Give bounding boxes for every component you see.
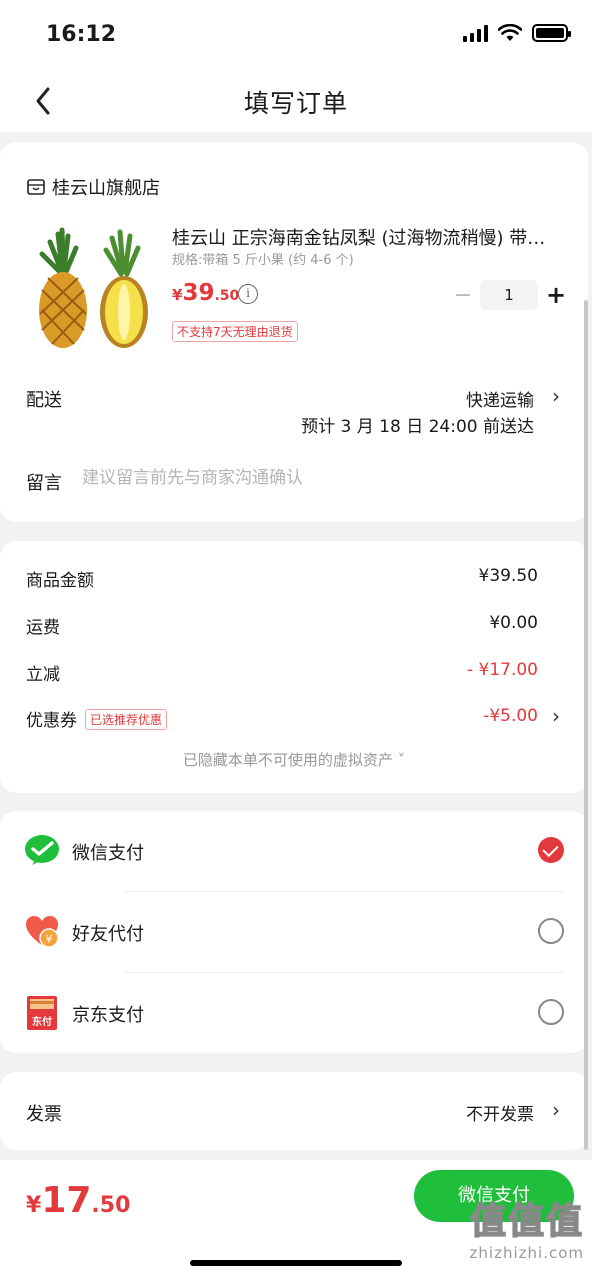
- quantity-value[interactable]: 1: [480, 280, 538, 310]
- watermark-url: zhizhizhi.com: [469, 1244, 584, 1262]
- amount-card: 商品金额 ¥39.50 运费 ¥0.00 立减 - ¥17.00 优惠券 已选推荐…: [0, 541, 588, 793]
- payment-option-wechat[interactable]: 微信支付: [0, 811, 588, 891]
- payment-option-jd[interactable]: 东付 京东支付: [0, 973, 588, 1053]
- quantity-stepper: − 1 +: [452, 280, 568, 310]
- wechat-pay-icon: [25, 835, 59, 865]
- scrollbar[interactable]: [584, 300, 588, 1150]
- delivery-method[interactable]: 快递运输: [466, 386, 534, 411]
- payment-label-wechat: 微信支付: [72, 843, 144, 864]
- price-symbol: ¥: [172, 286, 183, 304]
- home-indicator[interactable]: [190, 1260, 402, 1266]
- product-price: ¥39.50: [172, 280, 239, 306]
- product-image[interactable]: [28, 224, 158, 354]
- page-title: 填写订单: [243, 89, 348, 118]
- invoice-chevron-icon[interactable]: ›: [552, 1098, 560, 1122]
- total-decimal: .50: [91, 1193, 131, 1218]
- battery-icon: [532, 24, 571, 42]
- invoice-label: 发票: [26, 1104, 62, 1125]
- coupon-label-group: 优惠券 已选推荐优惠: [26, 706, 168, 731]
- payment-label-jd: 京东支付: [72, 1005, 144, 1026]
- watermark-logo: 值值值: [469, 1200, 584, 1243]
- price-decimal: .50: [214, 288, 240, 304]
- shipping-label: 运费: [26, 618, 60, 638]
- goods-amount-label: 商品金额: [26, 571, 94, 591]
- friend-pay-icon-text: ¥: [46, 933, 53, 946]
- delivery-eta: 预计 3 月 18 日 24:00 前送达: [301, 417, 534, 437]
- price-integer: 39: [182, 280, 215, 306]
- delivery-chevron-icon[interactable]: ›: [552, 384, 560, 408]
- watermark: 值值值 zhizhizhi.com: [469, 1192, 584, 1262]
- order-item-card: 桂云山旗舰店 桂云山 正宗海南金钻凤梨 (过海物流稍慢) 带… 规格:带箱 5 …: [0, 142, 588, 522]
- jd-pay-icon-text: 东付: [32, 1015, 52, 1028]
- coupon-value[interactable]: -¥5.00: [483, 706, 538, 726]
- shop-icon: [27, 179, 45, 195]
- signal-icon: [463, 24, 488, 42]
- total-price: ¥17.50: [26, 1180, 130, 1221]
- coupon-row[interactable]: 优惠券 已选推荐优惠 -¥5.00: [26, 706, 538, 732]
- total-symbol: ¥: [26, 1193, 42, 1218]
- decrease-button[interactable]: −: [452, 283, 474, 308]
- status-time: 16:12: [46, 22, 117, 47]
- product-title[interactable]: 桂云山 正宗海南金钻凤梨 (过海物流稍慢) 带…: [172, 224, 564, 250]
- coupon-badge: 已选推荐优惠: [85, 709, 168, 730]
- return-policy-badge: 不支持7天无理由退货: [172, 321, 298, 342]
- discount-value: - ¥17.00: [466, 660, 538, 680]
- jd-pay-icon: 东付: [27, 996, 57, 1030]
- nav-bar: 填写订单: [0, 70, 592, 132]
- payment-label-friend: 好友代付: [72, 924, 144, 945]
- discount-label: 立减: [26, 665, 60, 685]
- invoice-value[interactable]: 不开发票: [466, 1100, 534, 1125]
- shop-row[interactable]: 桂云山旗舰店: [26, 174, 160, 200]
- hidden-assets-toggle[interactable]: 已隐藏本单不可使用的虚拟资产 ˅: [0, 749, 588, 770]
- payment-radio-jd[interactable]: [538, 999, 564, 1025]
- goods-amount-value: ¥39.50: [478, 566, 538, 586]
- increase-button[interactable]: +: [544, 281, 568, 309]
- coupon-chevron-icon[interactable]: ›: [552, 704, 560, 728]
- status-bar: 16:12: [0, 0, 592, 70]
- payment-radio-friend[interactable]: [538, 918, 564, 944]
- status-icons: [463, 24, 571, 42]
- invoice-card[interactable]: 发票 不开发票 ›: [0, 1072, 588, 1150]
- message-label: 留言: [26, 473, 62, 494]
- total-integer: 17: [41, 1180, 92, 1221]
- shipping-value: ¥0.00: [489, 613, 538, 633]
- goods-amount-row: 商品金额 ¥39.50: [26, 566, 538, 592]
- info-icon[interactable]: i: [238, 284, 258, 304]
- product-spec: 规格:带箱 5 斤小果 (约 4-6 个): [172, 253, 354, 268]
- friend-pay-icon: ¥: [26, 916, 59, 948]
- checkout-bar: ¥17.50 微信支付 值值值 zhizhizhi.com: [0, 1160, 592, 1280]
- delivery-label: 配送: [26, 390, 62, 411]
- shop-name: 桂云山旗舰店: [52, 178, 160, 199]
- discount-row: 立减 - ¥17.00: [26, 660, 538, 686]
- payment-radio-wechat[interactable]: [538, 837, 564, 863]
- coupon-label: 优惠券: [26, 711, 77, 731]
- shipping-row: 运费 ¥0.00: [26, 613, 538, 639]
- payment-option-friend[interactable]: ¥ 好友代付: [0, 892, 588, 972]
- message-input[interactable]: [82, 468, 552, 488]
- payment-card: 微信支付 ¥ 好友代付 东付 京东支付: [0, 811, 588, 1053]
- wifi-icon: [498, 24, 522, 41]
